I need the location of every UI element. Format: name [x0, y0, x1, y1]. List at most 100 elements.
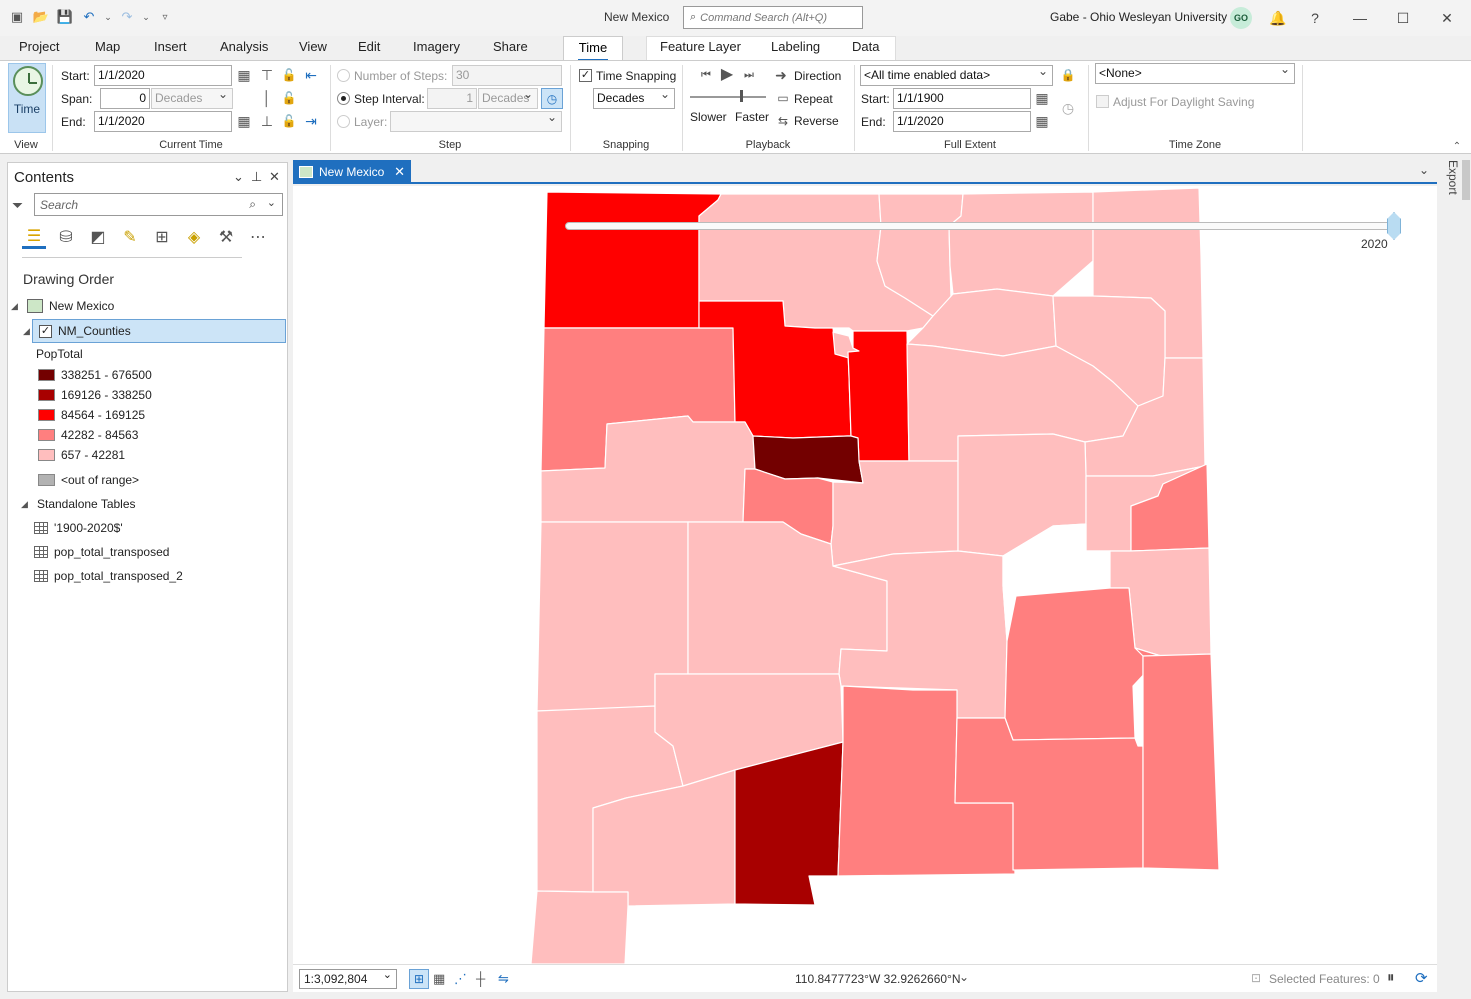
drawing-order-icon[interactable]: ☰ [22, 225, 46, 249]
tab-analysis[interactable]: Analysis [212, 36, 276, 60]
close-icon[interactable]: ✕ [394, 164, 405, 180]
perspective-imagery-icon[interactable]: ⚒ [214, 225, 238, 249]
step-interval-radio[interactable] [337, 92, 350, 105]
calendar-icon[interactable]: ▦ [1033, 112, 1051, 130]
coordinate-format-dropdown-icon[interactable]: ⌄ [959, 970, 969, 984]
export-pane-tab[interactable]: Export [1446, 160, 1460, 195]
direction-icon[interactable]: ➜ [772, 66, 790, 84]
tab-labeling[interactable]: Labeling [763, 36, 828, 60]
contents-search-input[interactable]: Search ⌕ ⌄ [34, 193, 283, 216]
data-source-icon[interactable]: ⛁ [54, 225, 78, 249]
number-of-steps-radio[interactable] [337, 69, 350, 82]
extent-start-input[interactable]: 1/1/1900 [893, 88, 1031, 109]
tab-view[interactable]: View [291, 36, 335, 60]
tab-map[interactable]: Map [87, 36, 128, 60]
tab-data[interactable]: Data [844, 36, 887, 60]
lock-icon[interactable]: 🔓 [280, 112, 298, 130]
step-forward-icon[interactable]: ⇥ [302, 112, 320, 130]
pin-icon[interactable]: ⊥ [251, 169, 262, 185]
command-search-input[interactable]: ⌕ Command Search (Alt+Q) [683, 6, 863, 29]
help-icon[interactable]: ? [1305, 8, 1325, 28]
legend-item[interactable]: 84564 - 169125 [38, 405, 145, 425]
play-icon[interactable]: ▶ [718, 65, 736, 83]
calendar-icon[interactable]: ▦ [235, 112, 253, 130]
legend-item[interactable]: 657 - 42281 [38, 445, 125, 465]
snapping-icon[interactable]: ⋰ [454, 971, 467, 987]
go-to-end-icon[interactable]: ⏭ [740, 66, 758, 84]
span-bar-icon[interactable]: │ [258, 89, 276, 107]
snapping-unit-select[interactable]: Decades [593, 87, 675, 109]
grid-icon[interactable]: ▦ [433, 971, 445, 987]
scale-select[interactable]: 1:3,092,804 [299, 968, 397, 989]
step-interval-input[interactable]: 1 [427, 88, 477, 109]
tab-time[interactable]: Time [563, 36, 623, 61]
map-tree-item[interactable]: ◢ New Mexico [11, 296, 114, 316]
close-icon[interactable]: ✕ [269, 169, 280, 185]
calendar-icon[interactable]: ▦ [235, 66, 253, 84]
county-lea[interactable] [1142, 653, 1220, 871]
map-time-slider-track[interactable] [565, 222, 1391, 230]
span-lock-icon[interactable]: 🔓 [280, 89, 298, 107]
refresh-icon[interactable]: ⟳ [1415, 969, 1428, 987]
legend-item[interactable]: 169126 - 338250 [38, 385, 152, 405]
avatar[interactable]: GO [1230, 7, 1252, 29]
snapping-icon[interactable]: ⊞ [150, 225, 174, 249]
redo-icon[interactable]: ↷ [118, 8, 136, 26]
span-input[interactable]: 0 [100, 88, 150, 109]
undo-dropdown-icon[interactable]: ⌄ [104, 8, 112, 26]
playback-speed-track[interactable] [690, 96, 766, 98]
current-end-input[interactable]: 1/1/2020 [94, 111, 232, 132]
table-item[interactable]: pop_total_transposed_2 [34, 566, 183, 586]
map-tab-new-mexico[interactable]: New Mexico ✕ [293, 160, 411, 184]
editing-icon[interactable]: ✎ [118, 225, 142, 249]
refresh-extent-icon[interactable]: ◷ [1059, 99, 1077, 117]
grid-toggle-icon[interactable]: ⊞ [409, 969, 429, 989]
county-dona-ana[interactable] [734, 741, 844, 906]
county-colfax[interactable] [948, 191, 1094, 297]
span-unit-select[interactable]: Decades [151, 87, 233, 109]
daylight-saving-checkbox[interactable] [1096, 95, 1109, 108]
tab-share[interactable]: Share [485, 36, 536, 60]
repeat-button[interactable]: Repeat [794, 92, 833, 106]
current-start-input[interactable]: 1/1/2020 [94, 65, 232, 86]
more-options-icon[interactable]: ⋯ [246, 225, 270, 249]
playback-speed-thumb[interactable] [740, 90, 743, 102]
tab-edit[interactable]: Edit [350, 36, 388, 60]
step-clock-icon[interactable]: ◷ [541, 88, 563, 109]
open-project-icon[interactable]: 📂 [32, 8, 50, 26]
repeat-icon[interactable]: ▭ [774, 89, 792, 107]
pin-start-icon[interactable]: ⊤ [258, 66, 276, 84]
notification-icon[interactable]: 🔔 [1268, 8, 1288, 28]
redo-dropdown-icon[interactable]: ⌄ [142, 8, 150, 26]
step-interval-unit-select[interactable]: Decades [478, 88, 538, 109]
maximize-icon[interactable]: ☐ [1393, 8, 1413, 28]
filter-icon[interactable]: ⏷ [12, 197, 23, 214]
map-view[interactable]: 2020 [293, 186, 1437, 964]
labeling-icon[interactable]: ◈ [182, 225, 206, 249]
save-project-icon[interactable]: 💾 [56, 8, 74, 26]
collapse-ribbon-icon[interactable]: ⌃ [1448, 137, 1466, 155]
extent-lock-icon[interactable]: 🔒 [1059, 66, 1077, 84]
direction-button[interactable]: Direction [794, 69, 841, 83]
minimize-icon[interactable]: — [1350, 8, 1370, 28]
chevron-down-icon[interactable]: ⌄ [1419, 163, 1429, 177]
collapse-triangle-icon[interactable]: ◢ [11, 301, 21, 312]
county-hidalgo[interactable] [530, 890, 629, 964]
tab-imagery[interactable]: Imagery [405, 36, 468, 60]
reverse-icon[interactable]: ⇆ [774, 112, 792, 130]
calendar-icon[interactable]: ▦ [1033, 89, 1051, 107]
undo-icon[interactable]: ↶ [80, 8, 98, 26]
step-back-icon[interactable]: ⇤ [302, 66, 320, 84]
pin-end-icon[interactable]: ⊥ [258, 112, 276, 130]
chevron-down-icon[interactable]: ⌄ [267, 196, 276, 209]
standalone-tables-item[interactable]: ◢ Standalone Tables [21, 494, 136, 514]
table-item[interactable]: '1900-2020$' [34, 518, 123, 538]
table-item[interactable]: pop_total_transposed [34, 542, 169, 562]
tab-feature-layer[interactable]: Feature Layer [652, 36, 749, 60]
extent-end-input[interactable]: 1/1/2020 [893, 111, 1031, 132]
scrollbar[interactable] [1462, 160, 1470, 200]
customize-toolbar-icon[interactable]: ▿ [156, 8, 174, 26]
layer-radio[interactable] [337, 115, 350, 128]
layer-visibility-checkbox[interactable]: ✓ [39, 324, 52, 338]
time-snapping-checkbox[interactable]: ✓ [579, 69, 592, 82]
